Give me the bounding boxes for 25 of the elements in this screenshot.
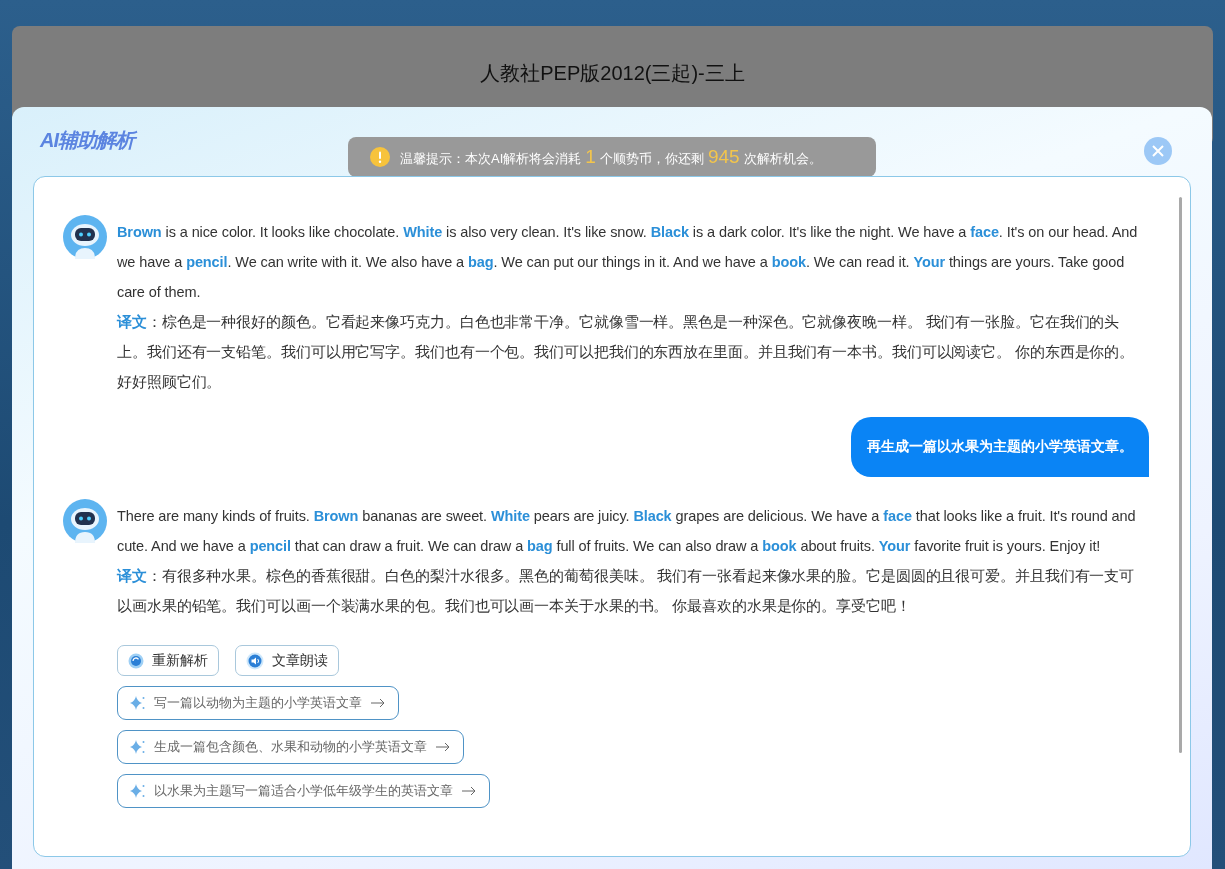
suggestion-button[interactable]: 写一篇以动物为主题的小学英语文章 [117,686,399,720]
translation-text: 译文：有很多种水果。棕色的香蕉很甜。白色的梨汁水很多。黑色的葡萄很美味。 我们有一张看起来像水果的脸。它是圆圆的且很可爱。并且我们有一支可以画水果的铅笔。我们可以画一个装满水果的包。我们也可以画一本关于水果的书。 你最喜欢的水果是你的。享受它吧！ [117,567,1136,616]
warning-icon [370,147,390,167]
robot-avatar-icon [63,215,107,259]
sparkle-icon [130,739,146,755]
arrow-right-icon [461,786,477,796]
message-text: There are many kinds of fruits. Brown bananas are sweet. White pears are juicy. Black grapes are delicious. We have a face that looks like a fruit. It's round and cute. And we have a pencil that can draw a fruit. We can draw a bag full of fruits. We can also draw a book about fruits. Your favorite fruit is yours. Enjoy it! [117,507,1137,556]
sparkle-icon [130,783,146,799]
user-message: 再生成一篇以水果为主题的小学英语文章。 [851,417,1149,477]
message-text: Brown is a nice color. It looks like chocolate. White is also very clean. It's like snow. Black is a dark color. It's like the night. We have a face. It's on our head. And we have a pencil. We can write with it. We also have a bag. We can put our things in it. And we have a book. We can read it. Your things are yours. Take good care of them. [117,223,1138,302]
close-button[interactable] [1144,137,1172,165]
refresh-icon [128,652,144,669]
page-title: 人教社PEP版2012(三起)-三上 [480,62,745,84]
robot-avatar-icon [63,499,107,543]
suggestion-button[interactable]: 生成一篇包含颜色、水果和动物的小学英语文章 [117,730,464,764]
arrow-right-icon [435,742,451,752]
speaker-icon [246,651,264,670]
action-button[interactable]: 文章朗读 [235,645,339,676]
translation-text: 译文：棕色是一种很好的颜色。它看起来像巧克力。白色也非常干净。它就像雪一样。黑色是一种深色。它就像夜晚一样。 我们有一张脸。它在我们的头上。我们还有一支铅笔。我们可以用它写字。我们也有一个包。我们可以把我们的东西放在里面。并且我们有一本书。我们可以阅读它。 你的东西是你的。好好照顾它们。 [117,313,1136,392]
notice-text: 温馨提示：本次AI解析将会消耗 1 个顺势币，你还剩 945 次解析机会。 [400,146,822,168]
suggestion-button[interactable]: 以水果为主题写一篇适合小学低年级学生的英语文章 [117,774,490,808]
action-button[interactable]: 重新解析 [117,645,219,676]
scrollbar[interactable] [1179,197,1182,753]
sparkle-icon [130,695,146,711]
arrow-right-icon [370,698,386,708]
